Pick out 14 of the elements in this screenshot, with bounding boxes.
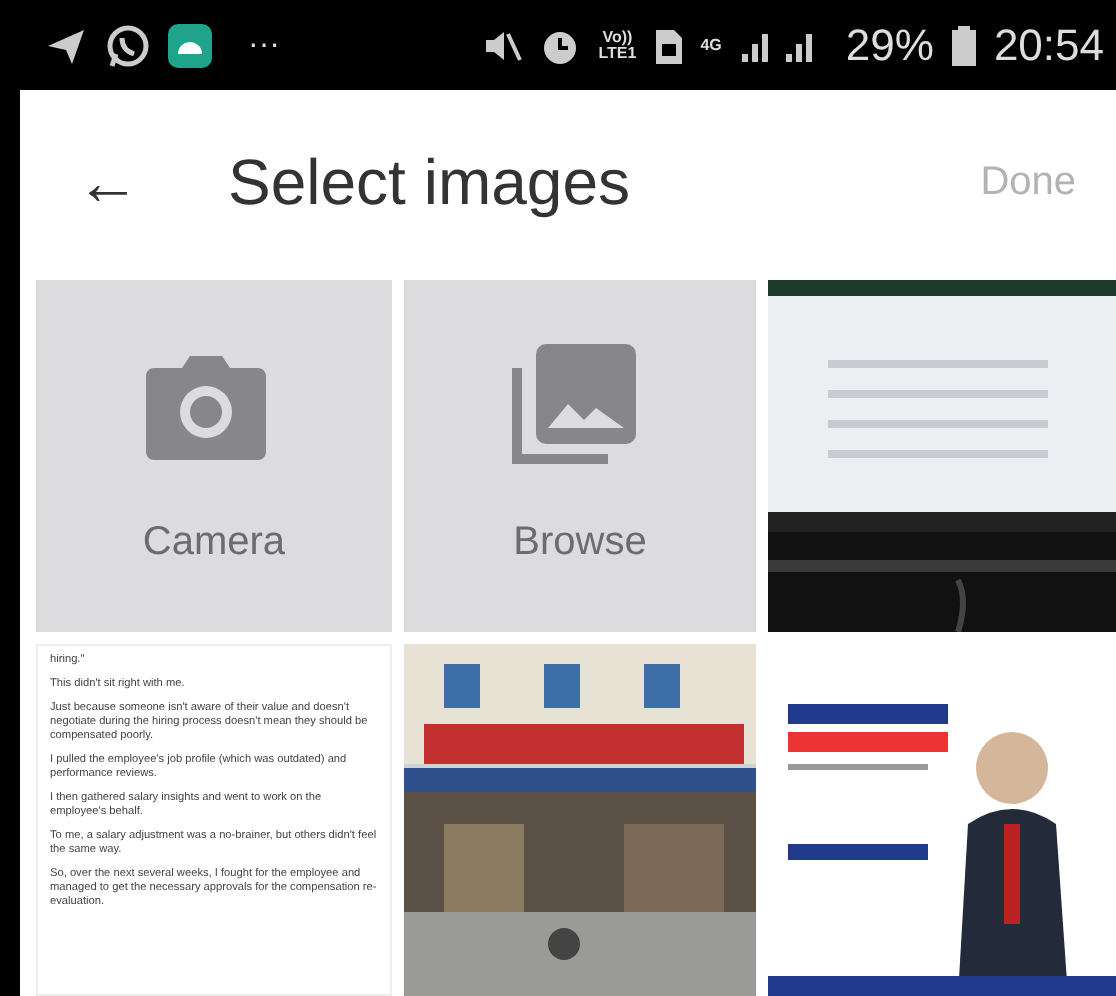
network-type: 4G (700, 37, 722, 53)
send-icon (44, 25, 88, 65)
battery-icon (949, 23, 978, 67)
battery-percent: 29% (845, 18, 934, 74)
android-icon (168, 23, 212, 67)
back-button[interactable]: ← (76, 150, 140, 214)
browse-tile[interactable]: Browse (404, 280, 756, 632)
clock-time: 20:54 (993, 18, 1104, 74)
page-title: Select images (228, 144, 632, 222)
chat-icon (104, 21, 152, 69)
volte-indicator: Vo)) LTE1 (598, 29, 637, 61)
camera-tile[interactable]: Camera (36, 280, 392, 632)
more-indicator: ··· (248, 25, 280, 65)
sim-icon (652, 25, 685, 65)
